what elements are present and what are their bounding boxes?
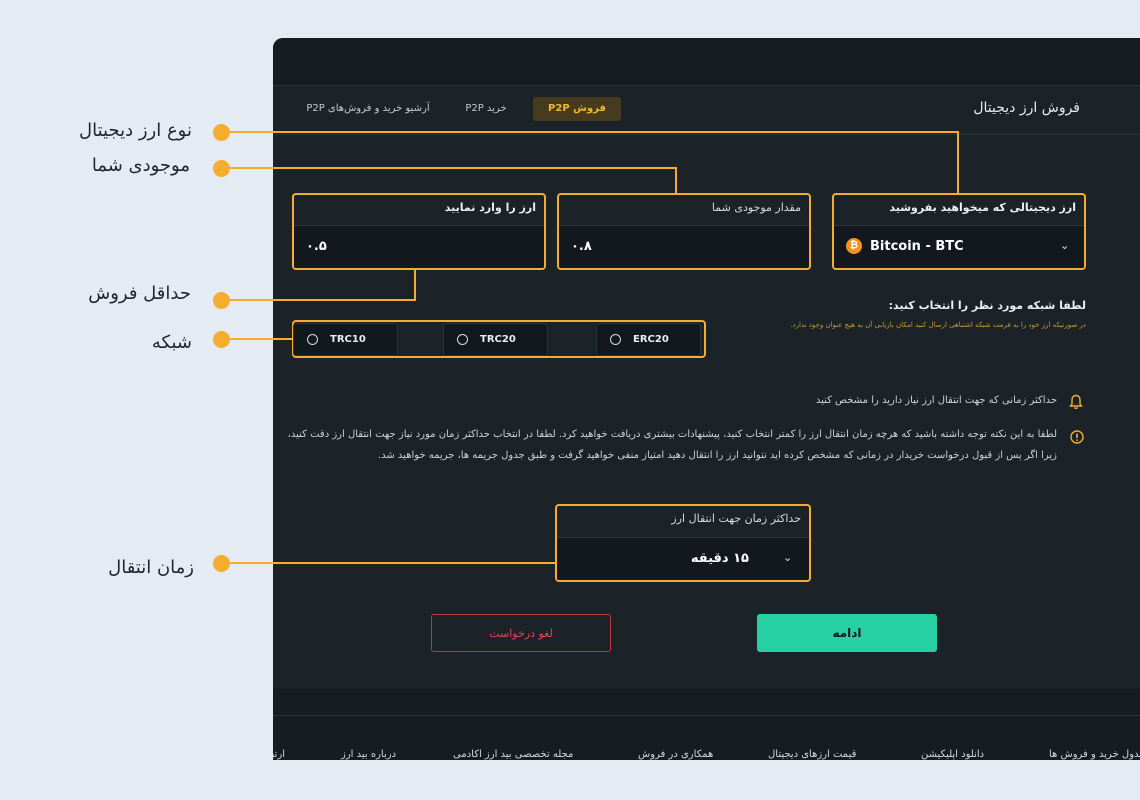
network-title: لطفا شبکه مورد نظر را انتخاب کنید: [888, 299, 1086, 312]
network-option-trc10[interactable]: TRC10 [293, 323, 398, 356]
annotation-currency-type: نوع ارز دیجیتال [79, 120, 192, 141]
annotation-network: شبکه [151, 332, 192, 353]
radio-icon[interactable] [307, 334, 318, 345]
network-warning-note: در صورتیکه ارز خود را به فرمت شبکه اشتبا… [790, 321, 1086, 329]
currency-select-field[interactable]: ارز دیجیتالی که میخواهید بفروشید ₿ Bitco… [832, 193, 1086, 270]
bell-icon [1069, 394, 1083, 410]
currency-value: Bitcoin - BTC [870, 239, 964, 254]
annotation-dot [213, 160, 230, 177]
page-title: فروش ارز دیجیتال [973, 100, 1080, 116]
radio-icon[interactable] [610, 334, 621, 345]
tab-p2p-archive[interactable]: آرشیو خرید و فروش‌های P2P [293, 97, 443, 121]
chevron-down-icon[interactable]: ⌄ [783, 551, 792, 564]
footer-link[interactable]: مجله تخصصی بید ارز اکادمی [453, 749, 573, 760]
transfer-time-value: ۱۵ دقیقه [690, 551, 749, 566]
footer-link[interactable]: درباره بید ارز [341, 749, 396, 760]
chevron-down-icon[interactable]: ⌄ [1060, 239, 1069, 252]
annotation-dot [213, 331, 230, 348]
network-option-label: ERC20 [633, 334, 669, 345]
footer-link[interactable]: دانلود اپلیکیشن [921, 749, 984, 760]
annotation-your-balance: موجودی شما [91, 155, 190, 176]
balance-value: ۰.۸ [571, 239, 592, 254]
amount-value: ۰.۵ [306, 239, 327, 254]
amount-field-label: ارز را وارد نمایید [444, 201, 536, 214]
footer-link[interactable]: ارتباط [273, 749, 285, 760]
bitcoin-icon: ₿ [846, 238, 862, 254]
annotation-min-sale: حداقل فروش [88, 283, 191, 304]
annotation-transfer-time: زمان انتقال [108, 557, 194, 578]
currency-field-label: ارز دیجیتالی که میخواهید بفروشید [889, 201, 1076, 214]
divider [273, 85, 1140, 86]
transfer-time-select-field[interactable]: حداکثر زمان جهت انتقال ارز ۱۵ دقیقه ⌄ [555, 504, 811, 582]
annotation-dot [213, 124, 230, 141]
continue-button[interactable]: ادامه [757, 614, 937, 652]
balance-value-area: ۰.۸ [559, 225, 809, 268]
network-option-label: TRC10 [330, 334, 366, 345]
balance-field: مقدار موجودی شما ۰.۸ [557, 193, 811, 270]
warning-icon [1070, 430, 1084, 444]
network-option-label: TRC20 [480, 334, 516, 345]
exchange-app-window: فروش ارز دیجیتال فروش P2P خرید P2P آرشیو… [273, 38, 1140, 760]
balance-field-label: مقدار موجودی شما [711, 201, 801, 214]
divider [273, 134, 1140, 135]
network-option-trc20[interactable]: TRC20 [443, 323, 548, 356]
tab-p2p-buy[interactable]: خرید P2P [451, 97, 521, 121]
radio-icon[interactable] [457, 334, 468, 345]
divider [273, 715, 1140, 716]
cancel-request-button[interactable]: لغو درخواست [431, 614, 611, 652]
annotation-dot [213, 292, 230, 309]
footer-link[interactable]: جدول خرید و فروش ها [1049, 749, 1140, 760]
transfer-time-select[interactable]: ۱۵ دقیقه ⌄ [557, 537, 809, 580]
warning-text-line1: لطفا به این نکته توجه داشته باشید که هرچ… [287, 429, 1057, 440]
footer-link[interactable]: همکاری در فروش [638, 749, 713, 760]
currency-select[interactable]: ₿ Bitcoin - BTC ⌄ [834, 225, 1084, 268]
amount-input-field[interactable]: ارز را وارد نمایید ۰.۵ [292, 193, 546, 270]
network-selector: ERC20 TRC20 TRC10 [292, 320, 706, 358]
transfer-time-label: حداکثر زمان جهت انتقال ارز [671, 512, 801, 525]
top-navbar [273, 38, 1140, 85]
amount-input[interactable]: ۰.۵ [294, 225, 544, 268]
annotation-dot [213, 555, 230, 572]
footer-link[interactable]: قیمت ارزهای دیجیتال [768, 749, 856, 760]
tab-p2p-sell[interactable]: فروش P2P [533, 97, 621, 121]
time-hint: حداکثر زمانی که جهت انتقال ارز نیاز داری… [815, 395, 1057, 406]
warning-text-line2: زیرا اگر پس از قبول درخواست خریدار در زم… [377, 450, 1057, 461]
network-option-erc20[interactable]: ERC20 [596, 323, 701, 356]
